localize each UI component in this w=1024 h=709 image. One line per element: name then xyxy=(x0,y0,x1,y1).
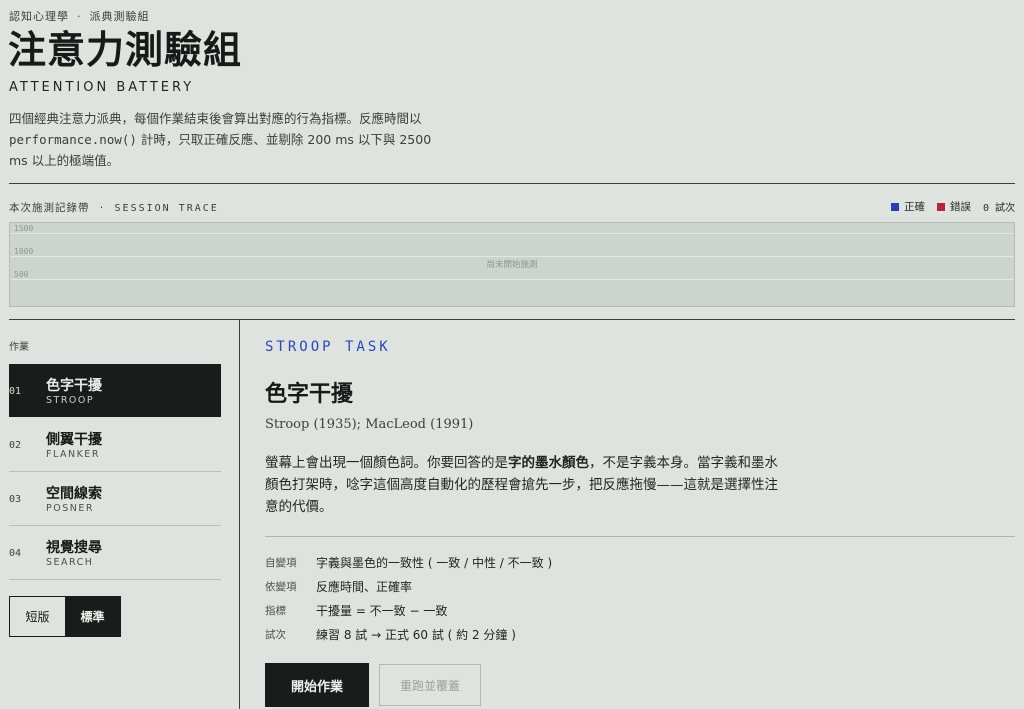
y-tick-500: 500 xyxy=(14,270,29,279)
trace-gridline xyxy=(10,233,1014,234)
task-code: STROOP xyxy=(46,395,95,406)
task-item-stroop[interactable]: 01 色字干擾 STROOP xyxy=(9,364,221,417)
task-list: 01 色字干擾 STROOP 02 側翼干擾 FLANKER 03 空間線索 P… xyxy=(9,364,221,580)
header-divider xyxy=(9,183,1015,184)
breadcrumb: 認知心理學 · 派典測驗組 xyxy=(9,8,150,24)
meta-value: 練習 8 試 → 正式 60 試 ( 約 2 分鐘 ) xyxy=(316,627,516,642)
meta-row-iv: 自變項 字義與墨色的一致性 ( 一致 / 中性 / 不一致 ) xyxy=(265,550,552,574)
task-name: 側翼干擾 xyxy=(46,432,102,448)
trace-label: 本次施測記錄帶 · SESSION TRACE xyxy=(9,202,219,214)
rerun-overwrite-button[interactable]: 重跑並覆蓋 xyxy=(379,664,481,706)
meta-value: 反應時間、正確率 xyxy=(316,579,413,594)
error-swatch-icon xyxy=(936,202,945,211)
meta-key: 依變項 xyxy=(265,580,297,593)
trace-empty-message: 尚未開始施測 xyxy=(486,260,538,270)
session-trace-chart: 1500 1000 500 尚未開始施測 xyxy=(9,222,1015,307)
meta-value: 干擾量 = 不一致 − 一致 xyxy=(316,603,448,618)
task-name: 色字干擾 xyxy=(46,378,102,394)
section-divider xyxy=(9,319,1015,320)
meta-row-dv: 依變項 反應時間、正確率 xyxy=(265,574,552,598)
intro-code: performance.now() xyxy=(9,132,137,147)
trace-gridline xyxy=(10,279,1014,280)
legend-correct: 正確 xyxy=(890,199,925,214)
task-divider xyxy=(265,536,1015,537)
task-number: 03 xyxy=(9,494,22,505)
task-item-posner[interactable]: 03 空間線索 POSNER xyxy=(9,472,221,526)
task-citation: Stroop (1935); MacLeod (1991) xyxy=(265,417,474,432)
meta-key: 自變項 xyxy=(265,556,297,569)
page-subtitle: ATTENTION BATTERY xyxy=(9,80,195,95)
y-tick-1000: 1000 xyxy=(14,247,34,256)
task-list-heading: 作業 xyxy=(9,342,29,353)
meta-key: 試次 xyxy=(265,628,286,641)
breadcrumb-separator: · xyxy=(77,10,82,23)
page-title: 注意力測驗組 xyxy=(8,28,243,72)
meta-key: 指標 xyxy=(265,604,286,617)
legend-error: 錯誤 xyxy=(936,199,971,214)
task-number: 04 xyxy=(9,548,22,559)
mode-toggle: 短版 標準 xyxy=(9,596,121,637)
task-item-flanker[interactable]: 02 側翼干擾 FLANKER xyxy=(9,418,221,472)
task-code: SEARCH xyxy=(46,557,94,568)
trial-count: 0 試次 xyxy=(982,203,1015,214)
breadcrumb-parent[interactable]: 認知心理學 xyxy=(9,10,69,23)
task-number: 01 xyxy=(9,386,22,397)
intro-text: 四個經典注意力派典，每個作業結束後會算出對應的行為指標。反應時間以 perfor… xyxy=(9,111,432,168)
trace-gridline xyxy=(10,256,1014,257)
start-task-button[interactable]: 開始作業 xyxy=(265,663,369,707)
mode-standard-button[interactable]: 標準 xyxy=(65,597,120,636)
task-meta: 自變項 字義與墨色的一致性 ( 一致 / 中性 / 不一致 ) 依變項 反應時間、正… xyxy=(265,550,552,646)
sidebar-divider xyxy=(239,320,240,709)
task-number: 02 xyxy=(9,440,22,451)
task-code: FLANKER xyxy=(46,449,100,460)
task-code: POSNER xyxy=(46,503,94,514)
task-description: 螢幕上會出現一個顏色詞。你要回答的是字的墨水顏色，不是字義本身。當字義和墨水顏色… xyxy=(265,455,778,515)
mode-short-button[interactable]: 短版 xyxy=(10,597,65,636)
y-tick-1500: 1500 xyxy=(14,224,34,233)
breadcrumb-current: 派典測驗組 xyxy=(89,10,150,23)
task-description-emphasis: 字的墨水顏色 xyxy=(508,455,589,471)
task-item-search[interactable]: 04 視覺搜尋 SEARCH xyxy=(9,526,221,580)
meta-value: 字義與墨色的一致性 ( 一致 / 中性 / 不一致 ) xyxy=(316,555,553,570)
meta-row-index: 指標 干擾量 = 不一致 − 一致 xyxy=(265,598,552,622)
task-title: 色字干擾 xyxy=(265,382,354,407)
task-name: 空間線索 xyxy=(46,486,102,502)
correct-swatch-icon xyxy=(890,202,899,211)
meta-row-trials: 試次 練習 8 試 → 正式 60 試 ( 約 2 分鐘 ) xyxy=(265,622,552,646)
task-name: 視覺搜尋 xyxy=(46,540,102,556)
trace-legend: 正確 錯誤 0 試次 xyxy=(890,199,1015,214)
task-kicker: STROOP TASK xyxy=(265,339,391,355)
